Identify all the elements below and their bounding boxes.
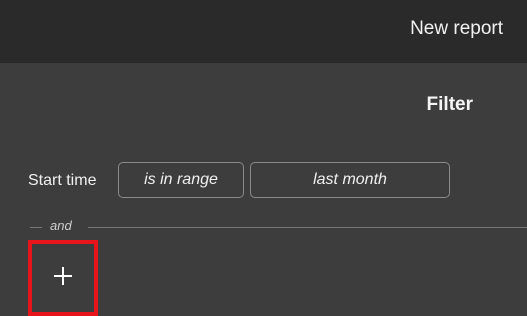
- filter-value-select[interactable]: last month: [250, 162, 450, 198]
- add-filter-button[interactable]: [28, 240, 98, 316]
- filter-operator-select[interactable]: is in range: [118, 162, 244, 198]
- new-report-button[interactable]: New report: [410, 18, 503, 40]
- divider-right: [88, 227, 527, 228]
- filter-value-label: last month: [313, 171, 387, 188]
- top-bar: New report: [0, 0, 527, 63]
- filter-field-label: Start time: [28, 172, 97, 189]
- panel-title: Filter: [426, 94, 473, 115]
- plus-icon-vertical: [62, 267, 64, 285]
- connector-label: and: [50, 218, 72, 233]
- filter-operator-label: is in range: [144, 171, 218, 188]
- divider-left: [30, 227, 42, 228]
